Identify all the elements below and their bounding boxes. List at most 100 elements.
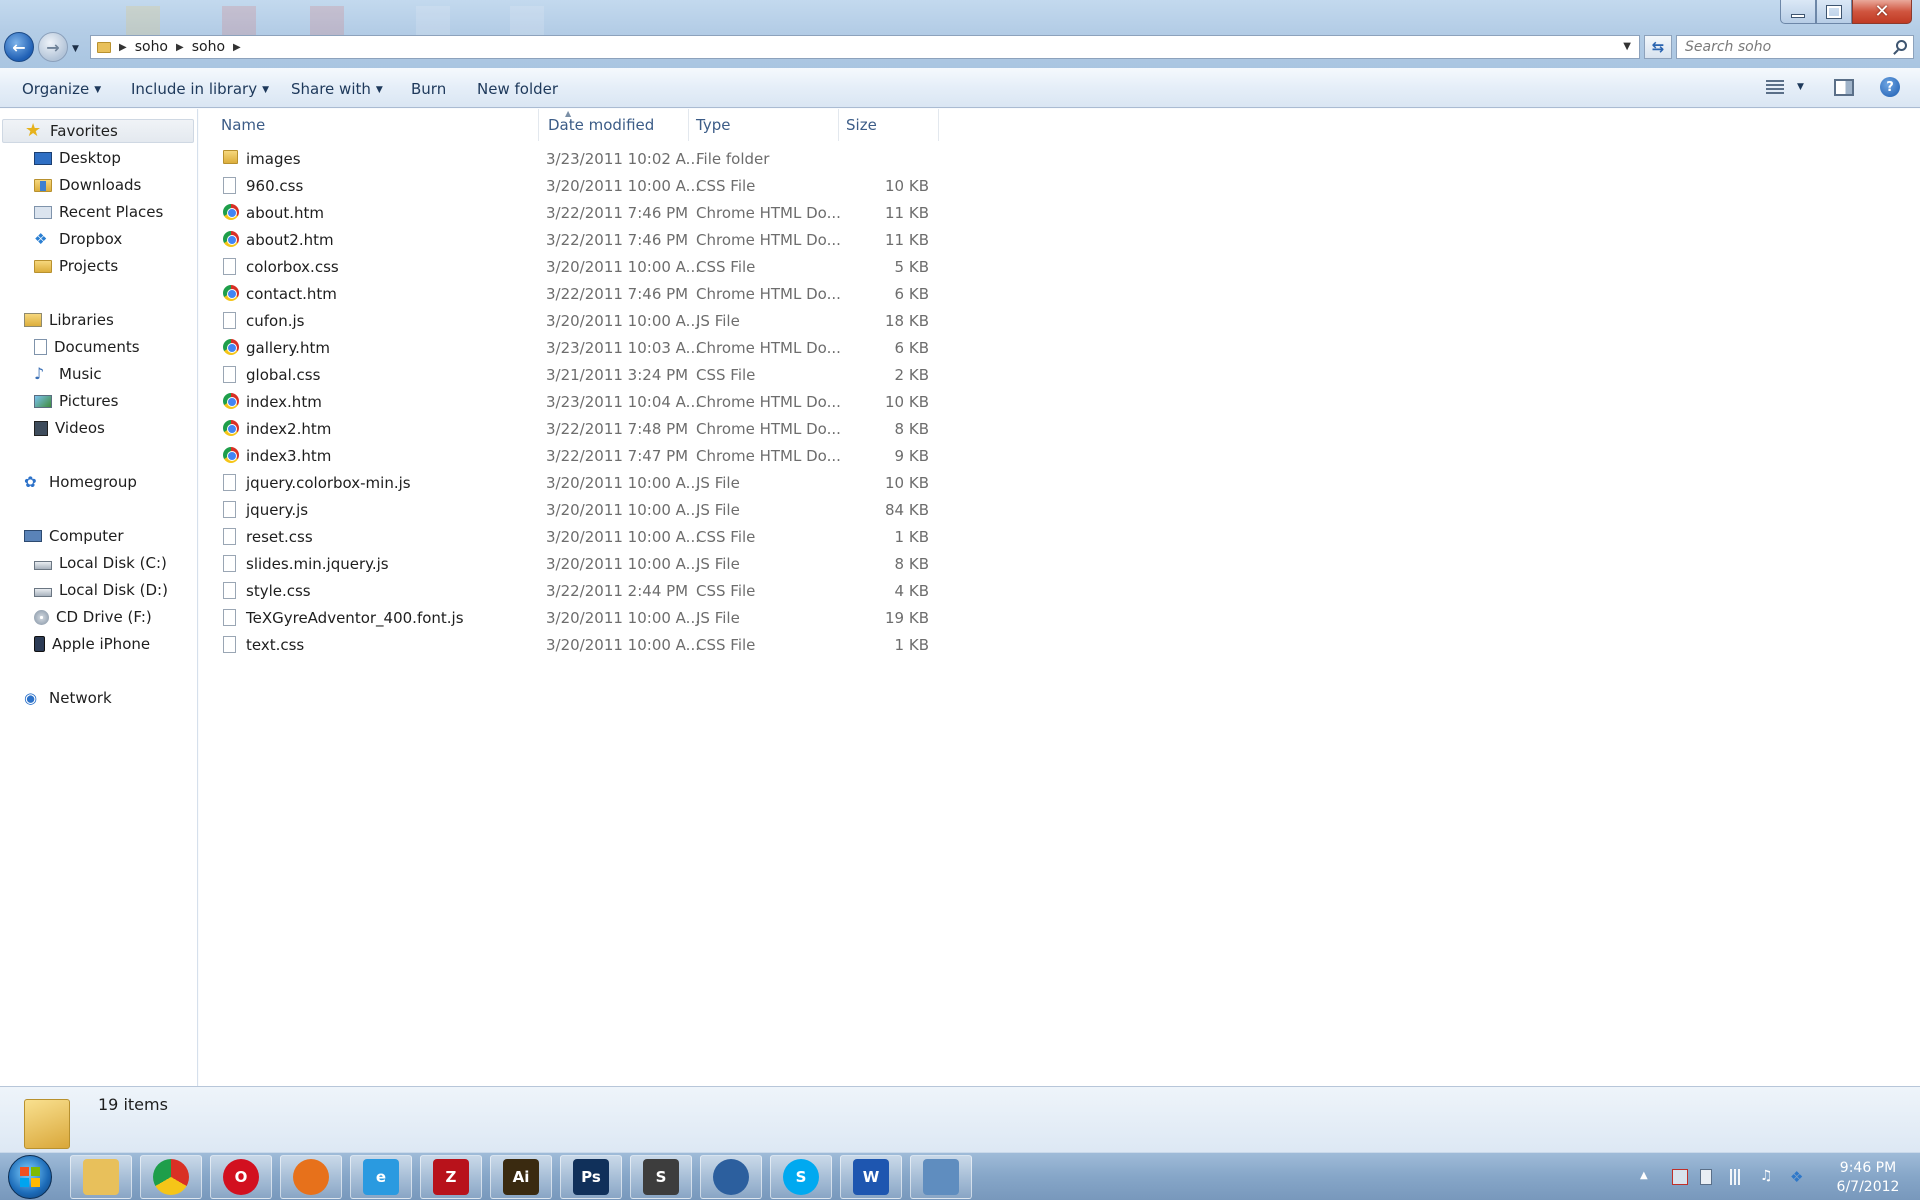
file-row[interactable]: cufon.js 3/20/2011 10:00 A... JS File 18 KB [219,308,1139,335]
videos-icon [34,420,48,436]
refresh-button[interactable]: ⇆ [1644,35,1672,59]
sidebar-item-documents[interactable]: Documents [34,335,140,359]
show-hidden-icons-icon[interactable]: ▲ [1640,1170,1656,1186]
file-row[interactable]: index2.htm 3/22/2011 7:48 PM Chrome HTML D… [219,416,1139,443]
taskbar-app-glyph: Z [445,1168,457,1186]
address-bar[interactable]: ▶ soho ▶ soho ▶ ▼ [90,35,1640,59]
file-row[interactable]: reset.css 3/20/2011 10:00 A... CSS File 1 K… [219,524,1139,551]
close-button[interactable]: ✕ [1852,0,1912,24]
file-row[interactable]: images 3/23/2011 10:02 A... File folder [219,146,1139,173]
new-folder-button[interactable]: New folder [477,80,558,98]
sidebar-item-libraries[interactable]: Libraries [24,308,114,332]
taskbar-button[interactable] [700,1155,762,1199]
file-row[interactable]: index3.htm 3/22/2011 7:47 PM Chrome HTML D… [219,443,1139,470]
forward-button[interactable]: → [38,32,68,62]
music-icon: ♪ [34,364,45,383]
sidebar-item-dropbox[interactable]: ❖ Dropbox [34,227,122,251]
back-button[interactable]: ← [4,32,34,62]
file-row[interactable]: text.css 3/20/2011 10:00 A... CSS File 1 KB [219,632,1139,659]
sidebar-item-pictures[interactable]: Pictures [34,389,118,413]
sidebar-item-network[interactable]: ◉ Network [24,686,112,710]
file-row[interactable]: global.css 3/21/2011 3:24 PM CSS File 2 KB [219,362,1139,389]
taskbar-button[interactable] [910,1155,972,1199]
file-row[interactable]: TeXGyreAdventor_400.font.js 3/20/2011 10:… [219,605,1139,632]
taskbar-button[interactable]: e [350,1155,412,1199]
file-name: index.htm [246,393,322,411]
column-header-name[interactable]: Name [199,109,539,141]
file-row[interactable]: jquery.js 3/20/2011 10:00 A... JS File 84 K… [219,497,1139,524]
file-row[interactable]: contact.htm 3/22/2011 7:46 PM Chrome HTML … [219,281,1139,308]
file-row[interactable]: jquery.colorbox-min.js 3/20/2011 10:00 A.… [219,470,1139,497]
action-center-icon[interactable] [1672,1169,1688,1185]
burn-button[interactable]: Burn [411,80,446,98]
network-signal-icon[interactable] [1730,1169,1746,1185]
sidebar-item-recent-places[interactable]: Recent Places [34,200,163,224]
sidebar-item-projects[interactable]: Projects [34,254,118,278]
file-name: colorbox.css [246,258,339,276]
sidebar-item-local-disk-d[interactable]: Local Disk (D:) [34,578,168,602]
breadcrumb-item[interactable]: soho [192,39,225,55]
start-button[interactable] [8,1155,52,1199]
taskbar-button[interactable]: O [210,1155,272,1199]
taskbar-button[interactable] [140,1155,202,1199]
column-header-label: Name [221,116,266,134]
file-row[interactable]: style.css 3/22/2011 2:44 PM CSS File 4 KB [219,578,1139,605]
share-with-button[interactable]: Share with ▼ [291,80,383,98]
volume-icon[interactable]: ♫ [1760,1168,1776,1184]
sidebar-item-downloads[interactable]: Downloads [34,173,141,197]
breadcrumb-chevron-icon[interactable]: ▶ [176,42,184,53]
minimize-button[interactable] [1780,0,1816,24]
column-header-type[interactable]: Type [690,109,839,141]
file-size: 2 KB [894,366,929,384]
sidebar-item-local-disk-c[interactable]: Local Disk (C:) [34,551,167,575]
search-input[interactable] [1685,39,1885,55]
taskbar-button[interactable]: Z [420,1155,482,1199]
file-row[interactable]: about.htm 3/22/2011 7:46 PM Chrome HTML Do… [219,200,1139,227]
taskbar-button[interactable]: Ps [560,1155,622,1199]
sidebar-item-computer[interactable]: Computer [24,524,124,548]
file-row[interactable]: 960.css 3/20/2011 10:00 A... CSS File 10 KB [219,173,1139,200]
recent-pages-dropdown[interactable]: ▼ [72,44,79,54]
include-in-library-button[interactable]: Include in library ▼ [131,80,269,98]
sidebar-item-music[interactable]: ♪ Music [34,362,102,386]
file-row[interactable]: colorbox.css 3/20/2011 10:00 A... CSS File… [219,254,1139,281]
dropbox-tray-icon[interactable]: ❖ [1790,1168,1806,1186]
file-row[interactable]: about2.htm 3/22/2011 7:46 PM Chrome HTML D… [219,227,1139,254]
device-icon[interactable] [1700,1169,1712,1185]
file-row[interactable]: index.htm 3/23/2011 10:04 A... Chrome HTML… [219,389,1139,416]
file-type: JS File [696,609,740,627]
taskbar-button[interactable]: S [630,1155,692,1199]
maximize-button[interactable] [1816,0,1852,24]
address-dropdown-icon[interactable]: ▼ [1623,41,1631,52]
taskbar-button[interactable]: W [840,1155,902,1199]
preview-pane-icon[interactable] [1834,79,1854,96]
change-view-icon[interactable] [1766,80,1784,94]
breadcrumb-item[interactable]: soho [135,39,168,55]
sidebar-item-desktop[interactable]: Desktop [34,146,121,170]
column-header-size[interactable]: Size [840,109,939,141]
sidebar-item-label: Dropbox [59,230,123,248]
star-icon: ★ [25,120,42,141]
more-views-dropdown-icon[interactable]: ▼ [1797,82,1804,92]
search-icon[interactable] [1896,40,1907,51]
taskbar-button[interactable]: S [770,1155,832,1199]
taskbar-app-glyph: W [862,1168,880,1186]
column-header-date-modified[interactable]: Date modified [540,109,689,141]
system-clock[interactable]: 9:46 PM 6/7/2012 [1820,1159,1916,1197]
sidebar-item-videos[interactable]: Videos [34,416,105,440]
file-row[interactable]: gallery.htm 3/23/2011 10:03 A... Chrome HT… [219,335,1139,362]
taskbar-button[interactable] [70,1155,132,1199]
help-icon[interactable]: ? [1880,77,1900,97]
breadcrumb-chevron-icon[interactable]: ▶ [233,42,241,53]
taskbar-button[interactable]: Ai [490,1155,552,1199]
search-box[interactable] [1676,35,1914,59]
sidebar-item-cd-drive[interactable]: CD Drive (F:) [34,605,152,629]
breadcrumb-chevron-icon[interactable]: ▶ [119,42,127,53]
sidebar-item-favorites[interactable]: ★ Favorites [2,119,194,143]
sidebar-item-homegroup[interactable]: ✿ Homegroup [24,470,137,494]
taskbar-button[interactable] [280,1155,342,1199]
organize-button[interactable]: Organize ▼ [22,80,101,98]
sidebar-item-apple-iphone[interactable]: Apple iPhone [34,632,150,656]
file-row[interactable]: slides.min.jquery.js 3/20/2011 10:00 A...… [219,551,1139,578]
file-type: File folder [696,150,770,168]
